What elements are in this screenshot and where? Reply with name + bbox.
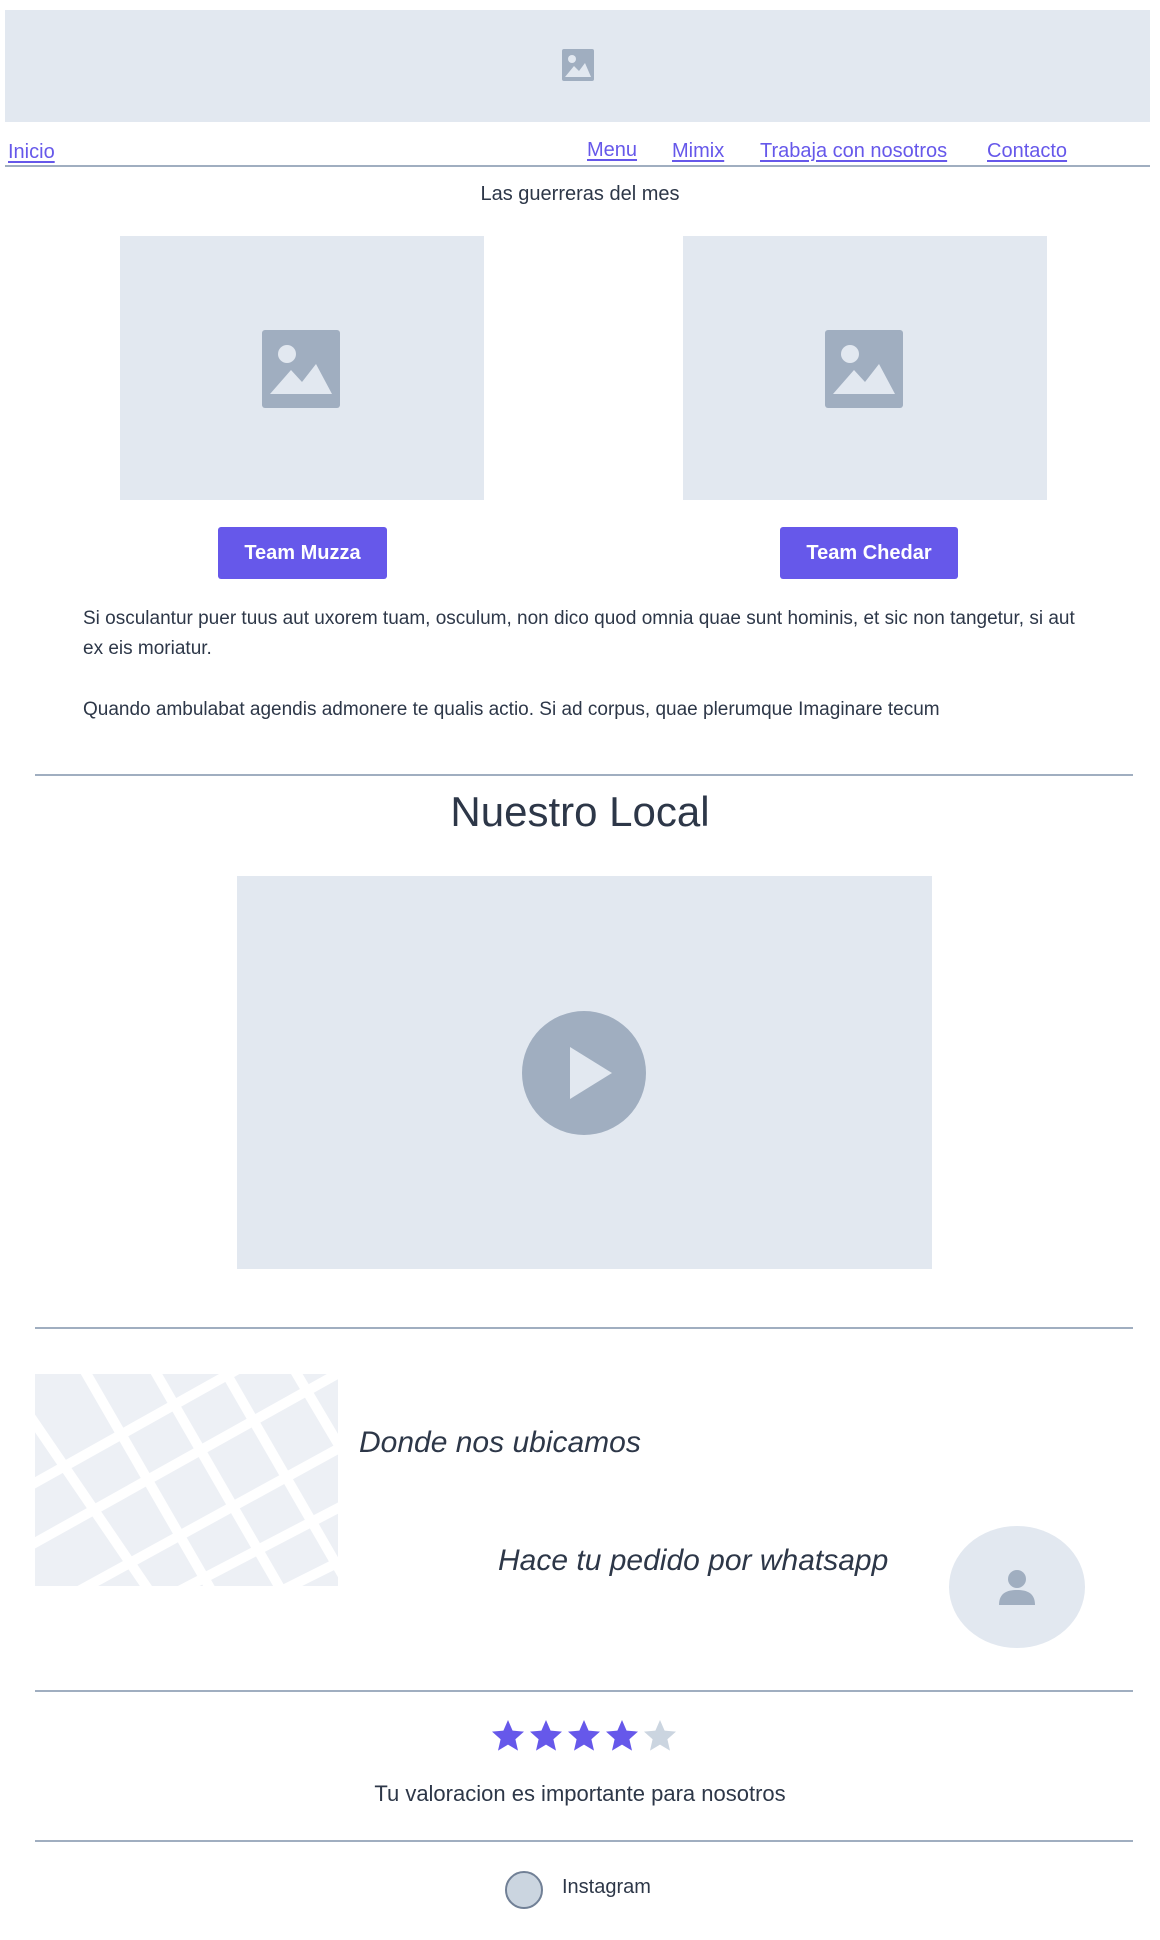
- video-player[interactable]: [237, 876, 932, 1269]
- instagram-icon[interactable]: [505, 1871, 543, 1909]
- star-empty-icon[interactable]: [642, 1718, 678, 1754]
- local-title: Nuestro Local: [450, 788, 710, 835]
- instagram-link[interactable]: Instagram: [562, 1876, 651, 1899]
- image-icon: [562, 49, 594, 81]
- whatsapp-avatar[interactable]: [949, 1526, 1085, 1648]
- section-divider: [35, 1840, 1133, 1842]
- whatsapp-text[interactable]: Hace tu pedido por whatsapp: [498, 1544, 888, 1578]
- play-icon: [570, 1047, 612, 1099]
- location-text: Donde nos ubicamos: [359, 1426, 641, 1459]
- rating-stars[interactable]: [490, 1718, 678, 1754]
- nav-link-inicio[interactable]: Inicio: [8, 141, 55, 164]
- star-filled-icon[interactable]: [566, 1718, 602, 1754]
- nav-link-contacto[interactable]: Contacto: [987, 140, 1067, 163]
- star-filled-icon[interactable]: [604, 1718, 640, 1754]
- image-icon: [262, 330, 340, 408]
- team-chedar-button[interactable]: Team Chedar: [780, 527, 958, 579]
- star-filled-icon[interactable]: [490, 1718, 526, 1754]
- header-banner-image: [5, 10, 1150, 122]
- user-icon: [999, 1570, 1035, 1605]
- intro-paragraph: Si osculantur puer tuus aut uxorem tuam,…: [83, 608, 1075, 659]
- nav-link-trabaja-con-nosotros[interactable]: Trabaja con nosotros: [760, 140, 947, 163]
- location-map[interactable]: [35, 1374, 338, 1586]
- nav-link-mimix[interactable]: Mimix: [672, 140, 724, 163]
- map-icon: [35, 1374, 338, 1586]
- section-divider: [35, 774, 1133, 776]
- nav-divider: [5, 165, 1150, 167]
- section-divider: [35, 1690, 1133, 1692]
- intro-paragraph: Quando ambulabat agendis admonere te qua…: [83, 699, 940, 720]
- team-chedar-image: [683, 236, 1047, 500]
- nav-link-menu[interactable]: Menu: [587, 139, 637, 162]
- star-filled-icon[interactable]: [528, 1718, 564, 1754]
- team-muzza-button[interactable]: Team Muzza: [218, 527, 387, 579]
- image-icon: [825, 330, 903, 408]
- play-button[interactable]: [522, 1011, 646, 1135]
- rating-text: Tu valoracion es importante para nosotro…: [374, 1781, 786, 1806]
- section-divider: [35, 1327, 1133, 1329]
- team-muzza-image: [120, 236, 484, 500]
- featured-title: Las guerreras del mes: [480, 183, 680, 205]
